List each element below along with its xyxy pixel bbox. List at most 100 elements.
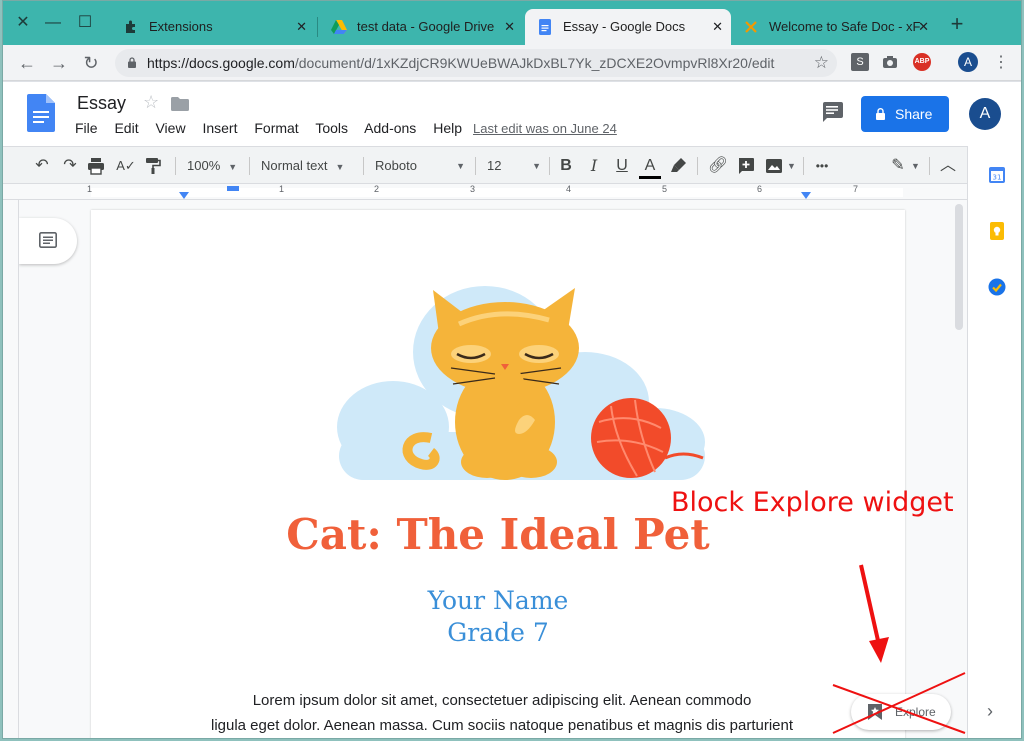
- font-size-dropdown[interactable]: 12 ▼: [487, 155, 541, 177]
- menu-view[interactable]: View: [155, 120, 185, 136]
- ruler-number: 5: [662, 184, 668, 194]
- add-comment-icon[interactable]: [737, 157, 755, 175]
- tab-close-icon[interactable]: ✕: [296, 9, 307, 45]
- italic-button[interactable]: I: [583, 155, 605, 177]
- tab-extensions[interactable]: Extensions ✕: [111, 9, 315, 45]
- tab-strip: ✕ — ☐ Extensions ✕ test data - Google Dr…: [3, 1, 1021, 45]
- highlight-icon[interactable]: [671, 157, 687, 173]
- editing-mode-pencil-icon[interactable]: ✎: [887, 155, 909, 177]
- tab-separator: [317, 17, 318, 37]
- ruler-track: [91, 188, 903, 197]
- link-icon[interactable]: 🔗︎: [707, 155, 729, 177]
- ruler-number: 6: [757, 184, 763, 194]
- share-button[interactable]: Share: [861, 96, 949, 132]
- close-window-icon[interactable]: ✕: [11, 11, 35, 35]
- extension-s-icon[interactable]: S: [851, 53, 869, 71]
- tab-safe-doc[interactable]: Welcome to Safe Doc - xF ✕: [731, 9, 937, 45]
- text-color-button[interactable]: A: [639, 155, 661, 179]
- body-line: Lorem ipsum dolor sit amet, consectetuer…: [252, 692, 752, 709]
- cat-illustration: [337, 286, 705, 480]
- chevron-down-icon: ▼: [335, 162, 345, 172]
- menu-edit[interactable]: Edit: [114, 120, 138, 136]
- author-grade: Grade 7: [447, 618, 549, 647]
- tab-close-icon[interactable]: ✕: [712, 9, 723, 45]
- ruler-number: 1: [279, 184, 285, 194]
- navigation-bar: ← → ↻ https://docs.google.com/document/d…: [3, 45, 1021, 81]
- vertical-ruler[interactable]: [3, 200, 19, 738]
- bold-button[interactable]: B: [555, 155, 577, 177]
- spellcheck-icon[interactable]: A✓: [115, 155, 137, 177]
- docs-logo-icon[interactable]: [27, 94, 55, 132]
- tab-title: Extensions: [149, 19, 213, 34]
- toolbar-separator: [249, 157, 250, 175]
- author-name: Your Name: [427, 586, 569, 615]
- url-path: /document/d/1xKZdjCR9KWUeBWAJkDxBL7Yk_zD…: [294, 55, 775, 71]
- ruler-number: 4: [566, 184, 572, 194]
- last-edit-link[interactable]: Last edit was on June 24: [473, 121, 617, 136]
- horizontal-ruler[interactable]: 1 1 2 3 4 5 6 7: [3, 184, 967, 200]
- menu-addons[interactable]: Add-ons: [364, 120, 416, 136]
- chevron-right-icon[interactable]: ›: [987, 701, 993, 722]
- tab-title: Essay - Google Docs: [563, 19, 686, 34]
- menu-bar: File Edit View Insert Format Tools Add-o…: [75, 120, 475, 136]
- address-bar[interactable]: https://docs.google.com/document/d/1xKZd…: [115, 49, 837, 77]
- document-page[interactable]: Cat: The Ideal Pet Your Name Grade 7 Lor…: [91, 210, 905, 738]
- forward-icon[interactable]: →: [47, 51, 71, 75]
- insert-image-icon[interactable]: [765, 157, 783, 175]
- more-options-icon[interactable]: •••: [811, 155, 833, 177]
- zoom-dropdown[interactable]: 100% ▼: [187, 155, 237, 177]
- right-indent-marker[interactable]: [801, 192, 811, 199]
- maximize-icon[interactable]: ☐: [73, 11, 97, 35]
- chevron-down-icon: ▼: [532, 161, 541, 171]
- menu-help[interactable]: Help: [433, 120, 462, 136]
- account-avatar[interactable]: A: [969, 98, 1001, 130]
- tab-title: Welcome to Safe Doc - xF: [769, 19, 921, 34]
- minimize-icon[interactable]: —: [41, 11, 65, 35]
- annotation-arrow: [859, 564, 889, 663]
- redo-icon[interactable]: ↷: [59, 155, 81, 177]
- document-title[interactable]: Essay: [77, 93, 126, 114]
- star-icon[interactable]: ☆: [143, 92, 159, 113]
- tab-google-drive[interactable]: test data - Google Drive ✕: [319, 9, 523, 45]
- zoom-value: 100%: [187, 158, 221, 173]
- toolbar-separator: [175, 157, 176, 175]
- tasks-icon[interactable]: [988, 278, 1006, 296]
- bookmark-star-icon[interactable]: ☆: [814, 49, 829, 77]
- adblock-icon[interactable]: ABP: [913, 53, 931, 71]
- collapse-menus-icon[interactable]: ︿: [937, 155, 959, 177]
- side-panel: 31: [967, 146, 1021, 738]
- comment-icon[interactable]: [821, 102, 843, 122]
- paint-format-icon[interactable]: [145, 157, 161, 175]
- style-value: Normal text: [261, 158, 328, 173]
- menu-insert[interactable]: Insert: [202, 120, 237, 136]
- toolbar-separator: [475, 157, 476, 175]
- new-tab-button[interactable]: +: [945, 13, 969, 37]
- keep-icon[interactable]: [988, 222, 1006, 240]
- first-line-indent-marker[interactable]: [227, 186, 239, 192]
- print-icon[interactable]: [87, 157, 105, 175]
- tab-close-icon[interactable]: ✕: [918, 9, 929, 45]
- tab-close-icon[interactable]: ✕: [504, 9, 515, 45]
- reload-icon[interactable]: ↻: [79, 51, 103, 75]
- folder-icon[interactable]: [171, 97, 189, 111]
- font-dropdown[interactable]: Roboto ▼: [375, 155, 465, 177]
- menu-format[interactable]: Format: [254, 120, 298, 136]
- vertical-scrollbar[interactable]: [955, 204, 963, 330]
- back-icon[interactable]: ←: [15, 51, 39, 75]
- url-host: https://docs.google.com: [147, 55, 295, 71]
- profile-avatar[interactable]: A: [958, 52, 978, 72]
- calendar-icon[interactable]: 31: [988, 166, 1006, 184]
- chevron-down-icon[interactable]: ▼: [911, 155, 920, 177]
- underline-button[interactable]: U: [611, 155, 633, 177]
- browser-menu-icon[interactable]: ⋮: [989, 51, 1013, 75]
- menu-tools[interactable]: Tools: [315, 120, 348, 136]
- camera-icon[interactable]: [881, 53, 899, 71]
- chevron-down-icon[interactable]: ▼: [787, 155, 796, 177]
- left-indent-marker[interactable]: [179, 192, 189, 199]
- document-outline-button[interactable]: [19, 218, 77, 264]
- undo-icon[interactable]: ↶: [31, 155, 53, 177]
- tab-google-docs[interactable]: Essay - Google Docs ✕: [525, 9, 731, 45]
- paragraph-style-dropdown[interactable]: Normal text ▼: [261, 155, 344, 177]
- menu-file[interactable]: File: [75, 120, 98, 136]
- size-value: 12: [487, 158, 502, 173]
